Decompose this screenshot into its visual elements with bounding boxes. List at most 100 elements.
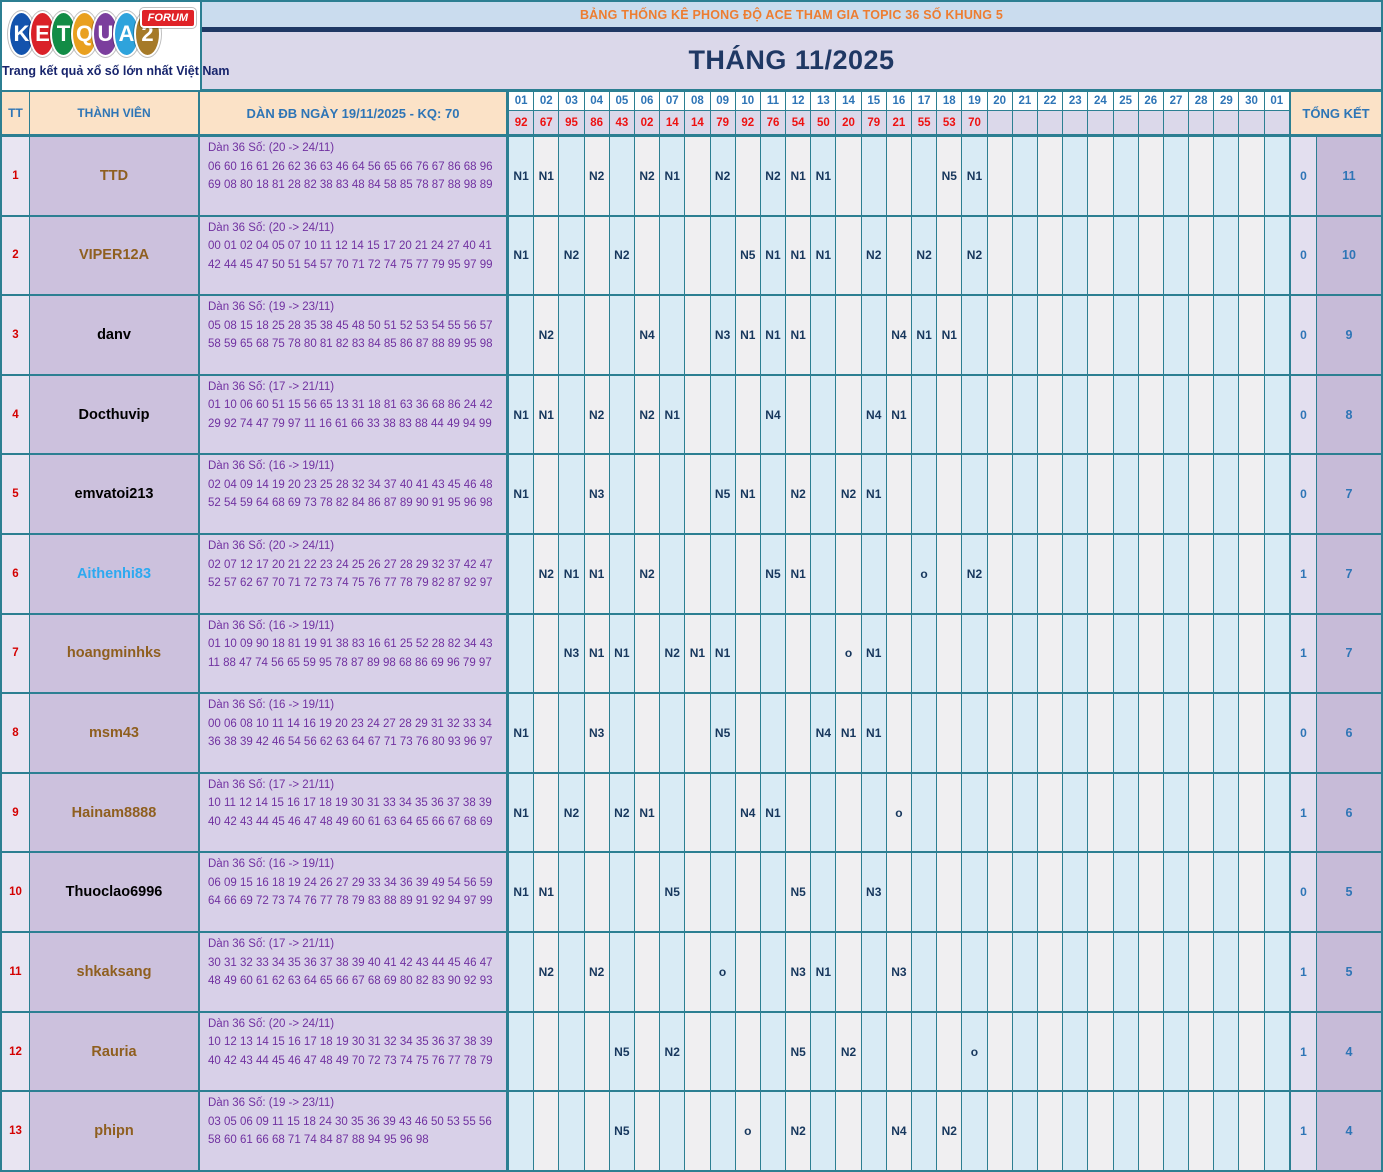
- result-cell[interactable]: 20: [836, 111, 862, 134]
- mark-cell[interactable]: N1: [811, 933, 837, 1011]
- mark-cell[interactable]: [1189, 216, 1215, 295]
- mark-cell[interactable]: [987, 694, 1013, 772]
- tt-cell[interactable]: 3: [2, 296, 30, 374]
- mark-cell[interactable]: N1: [660, 375, 686, 454]
- tt-cell[interactable]: 6: [2, 535, 30, 613]
- mark-cell[interactable]: [760, 853, 787, 932]
- mark-cell[interactable]: [509, 933, 535, 1011]
- mark-cell[interactable]: [962, 853, 988, 932]
- mark-cell[interactable]: [1264, 535, 1291, 613]
- mark-cell[interactable]: [836, 1092, 862, 1170]
- day-header-cell[interactable]: 25: [1113, 92, 1139, 110]
- mark-cell[interactable]: [1138, 694, 1164, 772]
- mark-cell[interactable]: [987, 216, 1013, 295]
- mark-cell[interactable]: [1239, 296, 1265, 374]
- mark-cell[interactable]: N1: [559, 535, 585, 613]
- mark-cell[interactable]: N1: [811, 137, 837, 215]
- mark-cell[interactable]: [1037, 853, 1064, 932]
- mark-cell[interactable]: N1: [509, 375, 535, 454]
- mark-cell[interactable]: N1: [861, 455, 887, 534]
- mark-cell[interactable]: [1264, 1012, 1291, 1091]
- mark-cell[interactable]: [1189, 1092, 1215, 1170]
- mark-cell[interactable]: [1264, 853, 1291, 932]
- total-hit-cell[interactable]: 7: [1317, 535, 1381, 613]
- mark-cell[interactable]: [886, 535, 912, 613]
- mark-cell[interactable]: [534, 1012, 560, 1091]
- mark-cell[interactable]: [1239, 614, 1265, 693]
- mark-cell[interactable]: [634, 853, 661, 932]
- day-header-cell[interactable]: 08: [685, 92, 711, 110]
- mark-cell[interactable]: [836, 933, 862, 1011]
- result-cell[interactable]: 76: [760, 111, 787, 134]
- mark-cell[interactable]: [987, 375, 1013, 454]
- result-cell[interactable]: [1163, 111, 1190, 134]
- mark-cell[interactable]: N1: [509, 694, 535, 772]
- total-miss-cell[interactable]: 0: [1291, 296, 1317, 374]
- result-cell[interactable]: 14: [660, 111, 686, 134]
- mark-cell[interactable]: [1037, 694, 1064, 772]
- mark-cell[interactable]: N1: [509, 773, 535, 852]
- mark-cell[interactable]: [1264, 296, 1291, 374]
- mark-cell[interactable]: [1163, 455, 1190, 534]
- mark-cell[interactable]: [1138, 773, 1164, 852]
- mark-cell[interactable]: N5: [710, 455, 736, 534]
- mark-cell[interactable]: [962, 375, 988, 454]
- total-miss-cell[interactable]: 0: [1291, 455, 1317, 534]
- mark-cell[interactable]: [987, 933, 1013, 1011]
- result-cell[interactable]: 92: [735, 111, 761, 134]
- mark-cell[interactable]: [685, 137, 711, 215]
- day-header-cell[interactable]: 16: [886, 92, 912, 110]
- mark-cell[interactable]: [534, 614, 560, 693]
- mark-cell[interactable]: [1264, 773, 1291, 852]
- dan-cell[interactable]: Dàn 36 Số: (19 -> 23/11) 05 08 15 18 25 2…: [200, 296, 509, 374]
- mark-cell[interactable]: [634, 1092, 661, 1170]
- total-hit-cell[interactable]: 8: [1317, 375, 1381, 454]
- day-header-cell[interactable]: 09: [710, 92, 736, 110]
- mark-cell[interactable]: [1063, 933, 1089, 1011]
- mark-cell[interactable]: [1063, 1092, 1089, 1170]
- mark-cell[interactable]: [1214, 296, 1240, 374]
- mark-cell[interactable]: [836, 773, 862, 852]
- member-name[interactable]: shkaksang: [30, 933, 200, 1011]
- mark-cell[interactable]: [660, 216, 686, 295]
- total-hit-cell[interactable]: 6: [1317, 773, 1381, 852]
- total-miss-cell[interactable]: 0: [1291, 853, 1317, 932]
- dan-cell[interactable]: Dàn 36 Số: (16 -> 19/11) 06 09 15 16 18 1…: [200, 853, 509, 932]
- mark-cell[interactable]: [1012, 455, 1038, 534]
- tt-cell[interactable]: 13: [2, 1092, 30, 1170]
- mark-cell[interactable]: N1: [786, 137, 812, 215]
- mark-cell[interactable]: [634, 216, 661, 295]
- mark-cell[interactable]: N2: [836, 1012, 862, 1091]
- mark-cell[interactable]: [1163, 1012, 1190, 1091]
- result-cell[interactable]: 21: [886, 111, 912, 134]
- mark-cell[interactable]: [861, 535, 887, 613]
- mark-cell[interactable]: [1163, 614, 1190, 693]
- mark-cell[interactable]: o: [962, 1012, 988, 1091]
- mark-cell[interactable]: N1: [534, 375, 560, 454]
- mark-cell[interactable]: N1: [786, 535, 812, 613]
- mark-cell[interactable]: [912, 773, 938, 852]
- mark-cell[interactable]: [861, 1012, 887, 1091]
- mark-cell[interactable]: [760, 455, 787, 534]
- mark-cell[interactable]: [584, 773, 610, 852]
- mark-cell[interactable]: [886, 853, 912, 932]
- mark-cell[interactable]: [1264, 455, 1291, 534]
- mark-cell[interactable]: [987, 455, 1013, 534]
- mark-cell[interactable]: [912, 455, 938, 534]
- day-header-cell[interactable]: 17: [912, 92, 938, 110]
- mark-cell[interactable]: N1: [609, 614, 635, 693]
- mark-cell[interactable]: [937, 694, 963, 772]
- day-header-cell[interactable]: 07: [660, 92, 686, 110]
- dan-cell[interactable]: Dàn 36 Số: (20 -> 24/11) 02 07 12 17 20 2…: [200, 535, 509, 613]
- mark-cell[interactable]: [1138, 216, 1164, 295]
- mark-cell[interactable]: [1239, 137, 1265, 215]
- mark-cell[interactable]: [509, 1012, 535, 1091]
- mark-cell[interactable]: N1: [760, 773, 787, 852]
- mark-cell[interactable]: N2: [962, 216, 988, 295]
- mark-cell[interactable]: [660, 535, 686, 613]
- mark-cell[interactable]: [1012, 853, 1038, 932]
- mark-cell[interactable]: N2: [861, 216, 887, 295]
- mark-cell[interactable]: N2: [710, 137, 736, 215]
- result-cell[interactable]: 55: [912, 111, 938, 134]
- total-hit-cell[interactable]: 11: [1317, 137, 1381, 215]
